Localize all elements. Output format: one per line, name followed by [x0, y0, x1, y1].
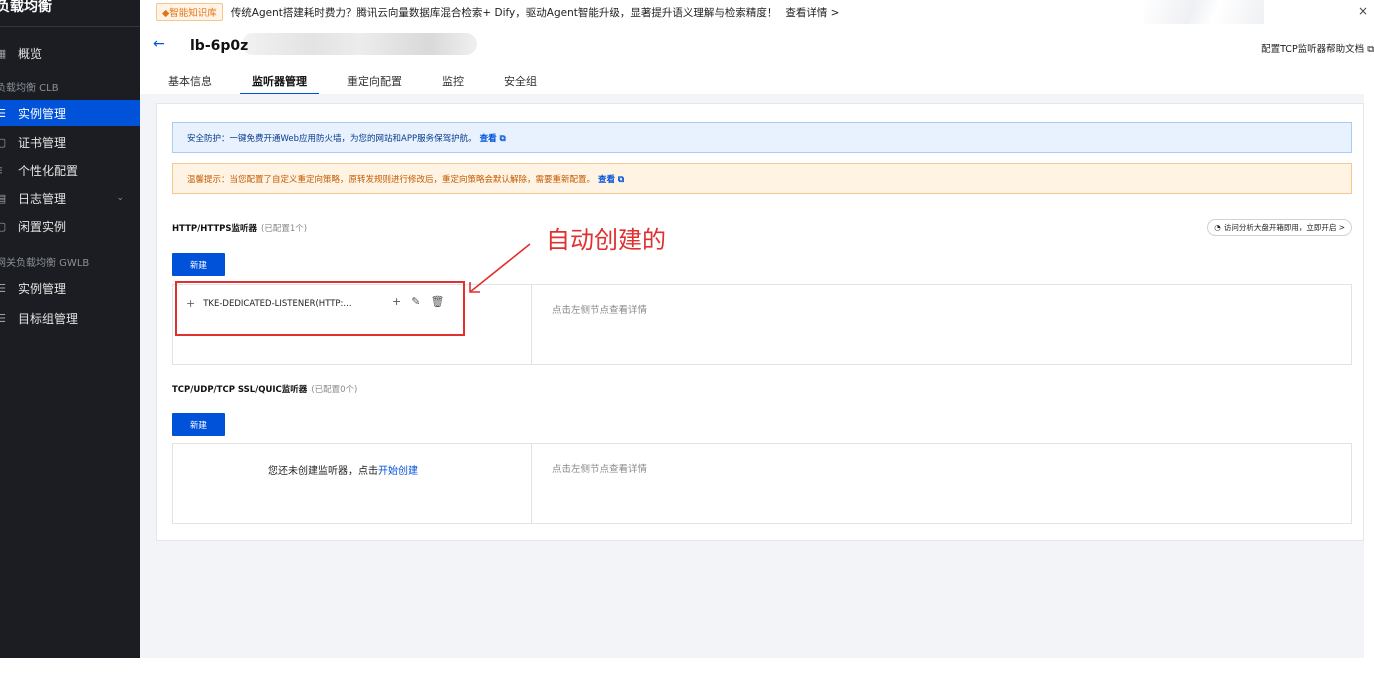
- tab-bar: 基本信息 监听器管理 重定向配置 监控 安全组: [168, 73, 577, 95]
- warning-alert-link-label: 查看: [598, 174, 616, 185]
- help-doc-link[interactable]: 配置TCP监听器帮助文档 ⧉: [1261, 41, 1374, 55]
- list-icon: ☰: [0, 281, 6, 295]
- sidebar-item-label: 目标组管理: [18, 311, 79, 326]
- detail-hint: 点击左侧节点查看详情: [552, 464, 648, 475]
- sidebar-item-label: 个性化配置: [18, 163, 79, 178]
- sidebar: 负载均衡 ▦ 概览 负载均衡 CLB ☰ 实例管理 ▢ 证书管理 ⁝ 个性化配置…: [0, 0, 140, 658]
- box-divider: [531, 444, 532, 523]
- sidebar-group-clb: 负载均衡 CLB: [0, 83, 59, 94]
- knowledge-badge[interactable]: ◆智能知识库: [156, 3, 223, 21]
- http-listener-count: (已配置1个): [261, 224, 308, 234]
- settings-icon: ⁝: [0, 163, 8, 177]
- sidebar-item-label: 实例管理: [18, 281, 67, 296]
- close-icon[interactable]: ×: [1358, 4, 1368, 18]
- tcp-listener-title-text: TCP/UDP/TCP SSL/QUIC监听器: [172, 385, 308, 395]
- notice-more-link[interactable]: 查看详情 >: [785, 5, 839, 20]
- sidebar-item-idle-instances[interactable]: ▢ 闲置实例: [0, 213, 140, 239]
- list-icon: ☰: [0, 106, 6, 120]
- sidebar-item-custom-config[interactable]: ⁝ 个性化配置: [0, 157, 140, 183]
- sidebar-item-target-groups[interactable]: ☰ 目标组管理: [0, 305, 140, 331]
- start-create-link[interactable]: 开始创建: [378, 466, 418, 477]
- security-alert-link-label: 查看: [479, 133, 497, 144]
- redacted-id-blur: [242, 33, 477, 55]
- http-listener-title: HTTP/HTTPS监听器 (已配置1个): [172, 222, 307, 234]
- chevron-down-icon: ⌄: [116, 193, 124, 203]
- page-title: lb-6p0z: [190, 38, 249, 54]
- empty-listener-text: 您还未创建监听器，点击: [268, 466, 378, 477]
- sidebar-item-logs[interactable]: ▤ 日志管理 ⌄: [0, 185, 140, 211]
- tab-monitoring[interactable]: 监控: [442, 73, 464, 94]
- sidebar-item-instances[interactable]: ☰ 实例管理: [0, 100, 140, 126]
- tcp-listener-box: 您还未创建监听器，点击开始创建 点击左侧节点查看详情: [172, 443, 1352, 524]
- detail-hint: 点击左侧节点查看详情: [552, 305, 648, 316]
- certificate-icon: ▢: [0, 135, 7, 149]
- sidebar-item-label: 实例管理: [18, 106, 67, 121]
- security-alert-link[interactable]: 查看 ⧉: [480, 132, 506, 144]
- sidebar-item-label: 证书管理: [18, 135, 67, 150]
- notice-text: 传统Agent搭建耗时费力？腾讯云向量数据库混合检索+ Dify，驱动Agent…: [230, 6, 778, 19]
- access-analysis-label: 访问分析大盘开箱即用，立即开启 >: [1223, 223, 1345, 232]
- help-doc-label: 配置TCP监听器帮助文档: [1261, 44, 1365, 55]
- banner-decoration: [1144, 0, 1264, 24]
- top-notice-bar: ◆智能知识库 传统Agent搭建耗时费力？腾讯云向量数据库混合检索+ Dify，…: [140, 0, 1374, 24]
- security-alert: 安全防护：一键免费开通Web应用防火墙，为您的网站和APP服务保驾护航。 查看 …: [172, 122, 1352, 153]
- sidebar-group-gwlb: 网关负载均衡 GWLB: [0, 258, 90, 269]
- analysis-icon: ◔: [1214, 223, 1221, 232]
- idle-icon: ▢: [0, 219, 7, 233]
- tab-listener-management[interactable]: 监听器管理: [240, 73, 319, 95]
- tcp-listener-count: (已配置0个): [311, 385, 358, 395]
- external-link-icon: ⧉: [618, 174, 625, 185]
- external-link-icon: ⧉: [499, 133, 506, 144]
- sidebar-divider: [0, 26, 140, 27]
- access-analysis-pill[interactable]: ◔ 访问分析大盘开箱即用，立即开启 >: [1207, 219, 1352, 236]
- sidebar-item-label: 日志管理: [18, 191, 67, 206]
- sidebar-item-certificates[interactable]: ▢ 证书管理: [0, 129, 140, 155]
- sidebar-item-label: 概览: [18, 46, 43, 61]
- sidebar-item-gwlb-instances[interactable]: ☰ 实例管理: [0, 275, 140, 301]
- empty-listener-message: 您还未创建监听器，点击开始创建: [268, 462, 418, 477]
- target-group-icon: ☰: [0, 311, 6, 325]
- tcp-listener-title: TCP/UDP/TCP SSL/QUIC监听器 (已配置0个): [172, 383, 357, 395]
- page-header: ← lb-6p0z 配置TCP监听器帮助文档 ⧉ 基本信息 监听器管理 重定向配…: [140, 24, 1374, 95]
- redirect-warning-alert: 温馨提示：当您配置了自定义重定向策略，原转发规则进行修改后，重定向策略会默认解除…: [172, 163, 1352, 194]
- log-icon: ▤: [0, 191, 7, 205]
- warning-alert-link[interactable]: 查看 ⧉: [598, 173, 624, 185]
- new-tcp-listener-button[interactable]: 新建: [172, 413, 225, 436]
- grid-icon: ▦: [0, 46, 7, 60]
- tab-basic-info[interactable]: 基本信息: [168, 73, 212, 94]
- new-http-listener-button[interactable]: 新建: [172, 253, 225, 276]
- sidebar-item-overview[interactable]: ▦ 概览: [0, 40, 140, 66]
- external-link-icon: ⧉: [1367, 44, 1374, 55]
- sidebar-title: 负载均衡: [0, 0, 52, 15]
- sidebar-item-label: 闲置实例: [18, 219, 67, 234]
- annotation-highlight-box: [175, 281, 465, 336]
- tab-security-group[interactable]: 安全组: [504, 73, 537, 94]
- warning-alert-text: 温馨提示：当您配置了自定义重定向策略，原转发规则进行修改后，重定向策略会默认解除…: [187, 174, 596, 185]
- page-root: 负载均衡 ▦ 概览 负载均衡 CLB ☰ 实例管理 ▢ 证书管理 ⁝ 个性化配置…: [0, 0, 1374, 674]
- back-arrow-icon[interactable]: ←: [153, 36, 165, 52]
- http-listener-title-text: HTTP/HTTPS监听器: [172, 224, 257, 234]
- annotation-arrow: [469, 243, 531, 293]
- security-alert-text: 安全防护：一键免费开通Web应用防火墙，为您的网站和APP服务保驾护航。: [187, 133, 477, 144]
- annotation-text: 自动创建的: [546, 226, 666, 254]
- tab-redirect-config[interactable]: 重定向配置: [347, 73, 402, 94]
